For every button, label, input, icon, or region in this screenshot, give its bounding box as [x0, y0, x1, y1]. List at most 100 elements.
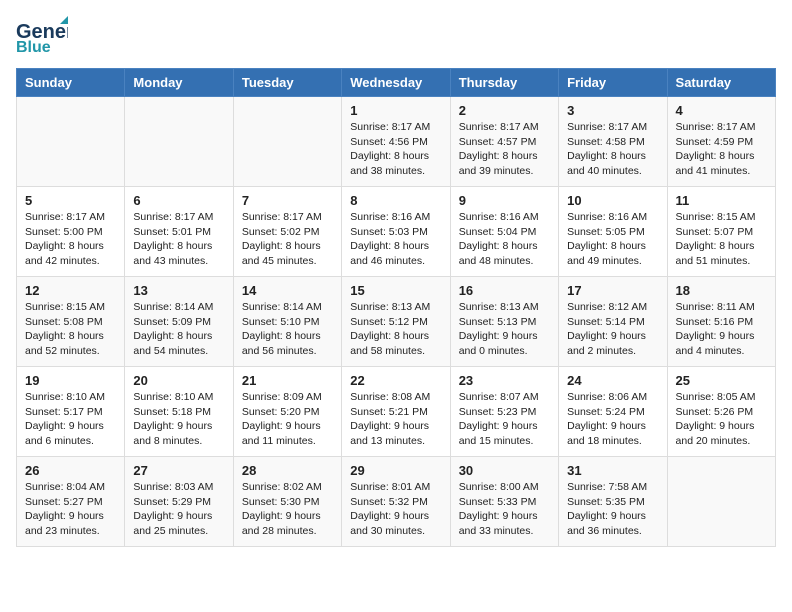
page-header: General Blue — [16, 16, 776, 56]
calendar-cell: 2 Sunrise: 8:17 AM Sunset: 4:57 PM Daylig… — [450, 97, 558, 187]
day-number: 24 — [567, 373, 658, 388]
day-header-saturday: Saturday — [667, 69, 775, 97]
calendar-cell: 20 Sunrise: 8:10 AM Sunset: 5:18 PM Dayli… — [125, 367, 233, 457]
day-info: Sunrise: 8:01 AM Sunset: 5:32 PM Dayligh… — [350, 480, 441, 539]
day-number: 23 — [459, 373, 550, 388]
day-info: Sunrise: 8:15 AM Sunset: 5:07 PM Dayligh… — [676, 210, 767, 269]
day-number: 19 — [25, 373, 116, 388]
calendar-cell: 30 Sunrise: 8:00 AM Sunset: 5:33 PM Dayli… — [450, 457, 558, 547]
day-info: Sunrise: 8:02 AM Sunset: 5:30 PM Dayligh… — [242, 480, 333, 539]
calendar-cell: 25 Sunrise: 8:05 AM Sunset: 5:26 PM Dayli… — [667, 367, 775, 457]
calendar-cell: 14 Sunrise: 8:14 AM Sunset: 5:10 PM Dayli… — [233, 277, 341, 367]
calendar-week-5: 26 Sunrise: 8:04 AM Sunset: 5:27 PM Dayli… — [17, 457, 776, 547]
day-number: 4 — [676, 103, 767, 118]
logo: General Blue — [16, 16, 68, 56]
day-info: Sunrise: 8:14 AM Sunset: 5:09 PM Dayligh… — [133, 300, 224, 359]
day-number: 1 — [350, 103, 441, 118]
calendar-cell: 9 Sunrise: 8:16 AM Sunset: 5:04 PM Daylig… — [450, 187, 558, 277]
calendar-table: SundayMondayTuesdayWednesdayThursdayFrid… — [16, 68, 776, 547]
day-number: 22 — [350, 373, 441, 388]
day-header-friday: Friday — [559, 69, 667, 97]
day-number: 2 — [459, 103, 550, 118]
calendar-cell: 10 Sunrise: 8:16 AM Sunset: 5:05 PM Dayli… — [559, 187, 667, 277]
day-number: 14 — [242, 283, 333, 298]
day-header-sunday: Sunday — [17, 69, 125, 97]
day-info: Sunrise: 8:17 AM Sunset: 4:59 PM Dayligh… — [676, 120, 767, 179]
day-info: Sunrise: 8:14 AM Sunset: 5:10 PM Dayligh… — [242, 300, 333, 359]
calendar-cell: 1 Sunrise: 8:17 AM Sunset: 4:56 PM Daylig… — [342, 97, 450, 187]
day-header-wednesday: Wednesday — [342, 69, 450, 97]
calendar-week-3: 12 Sunrise: 8:15 AM Sunset: 5:08 PM Dayli… — [17, 277, 776, 367]
calendar-header: SundayMondayTuesdayWednesdayThursdayFrid… — [17, 69, 776, 97]
calendar-cell: 22 Sunrise: 8:08 AM Sunset: 5:21 PM Dayli… — [342, 367, 450, 457]
calendar-week-2: 5Sunrise: 8:17 AM Sunset: 5:00 PM Daylig… — [17, 187, 776, 277]
svg-text:Blue: Blue — [16, 39, 51, 56]
calendar-cell: 3 Sunrise: 8:17 AM Sunset: 4:58 PM Daylig… — [559, 97, 667, 187]
day-header-thursday: Thursday — [450, 69, 558, 97]
day-number: 3 — [567, 103, 658, 118]
day-number: 10 — [567, 193, 658, 208]
day-info: Sunrise: 8:17 AM Sunset: 5:02 PM Dayligh… — [242, 210, 333, 269]
day-info: Sunrise: 8:16 AM Sunset: 5:04 PM Dayligh… — [459, 210, 550, 269]
calendar-cell: 12 Sunrise: 8:15 AM Sunset: 5:08 PM Dayli… — [17, 277, 125, 367]
day-number: 16 — [459, 283, 550, 298]
calendar-cell: 27 Sunrise: 8:03 AM Sunset: 5:29 PM Dayli… — [125, 457, 233, 547]
day-info: Sunrise: 8:17 AM Sunset: 5:01 PM Dayligh… — [133, 210, 224, 269]
day-info: Sunrise: 8:05 AM Sunset: 5:26 PM Dayligh… — [676, 390, 767, 449]
day-info: Sunrise: 8:09 AM Sunset: 5:20 PM Dayligh… — [242, 390, 333, 449]
calendar-cell: 31Sunrise: 7:58 AM Sunset: 5:35 PM Dayli… — [559, 457, 667, 547]
day-info: Sunrise: 8:04 AM Sunset: 5:27 PM Dayligh… — [25, 480, 116, 539]
calendar-cell: 8Sunrise: 8:16 AM Sunset: 5:03 PM Daylig… — [342, 187, 450, 277]
calendar-cell: 16 Sunrise: 8:13 AM Sunset: 5:13 PM Dayli… — [450, 277, 558, 367]
day-info: Sunrise: 8:17 AM Sunset: 4:56 PM Dayligh… — [350, 120, 441, 179]
day-number: 29 — [350, 463, 441, 478]
day-number: 6 — [133, 193, 224, 208]
day-info: Sunrise: 8:08 AM Sunset: 5:21 PM Dayligh… — [350, 390, 441, 449]
day-info: Sunrise: 8:12 AM Sunset: 5:14 PM Dayligh… — [567, 300, 658, 359]
day-number: 26 — [25, 463, 116, 478]
calendar-cell — [667, 457, 775, 547]
day-info: Sunrise: 8:00 AM Sunset: 5:33 PM Dayligh… — [459, 480, 550, 539]
day-info: Sunrise: 7:58 AM Sunset: 5:35 PM Dayligh… — [567, 480, 658, 539]
calendar-cell: 11 Sunrise: 8:15 AM Sunset: 5:07 PM Dayli… — [667, 187, 775, 277]
calendar-cell: 17 Sunrise: 8:12 AM Sunset: 5:14 PM Dayli… — [559, 277, 667, 367]
calendar-cell: 21 Sunrise: 8:09 AM Sunset: 5:20 PM Dayli… — [233, 367, 341, 457]
calendar-cell — [233, 97, 341, 187]
day-info: Sunrise: 8:07 AM Sunset: 5:23 PM Dayligh… — [459, 390, 550, 449]
day-info: Sunrise: 8:16 AM Sunset: 5:05 PM Dayligh… — [567, 210, 658, 269]
day-number: 25 — [676, 373, 767, 388]
day-info: Sunrise: 8:10 AM Sunset: 5:18 PM Dayligh… — [133, 390, 224, 449]
calendar-cell: 26 Sunrise: 8:04 AM Sunset: 5:27 PM Dayli… — [17, 457, 125, 547]
calendar-cell: 5Sunrise: 8:17 AM Sunset: 5:00 PM Daylig… — [17, 187, 125, 277]
calendar-cell: 7 Sunrise: 8:17 AM Sunset: 5:02 PM Daylig… — [233, 187, 341, 277]
day-number: 30 — [459, 463, 550, 478]
calendar-week-1: 1 Sunrise: 8:17 AM Sunset: 4:56 PM Daylig… — [17, 97, 776, 187]
day-info: Sunrise: 8:13 AM Sunset: 5:12 PM Dayligh… — [350, 300, 441, 359]
day-info: Sunrise: 8:15 AM Sunset: 5:08 PM Dayligh… — [25, 300, 116, 359]
day-number: 5 — [25, 193, 116, 208]
day-number: 27 — [133, 463, 224, 478]
day-number: 11 — [676, 193, 767, 208]
day-header-tuesday: Tuesday — [233, 69, 341, 97]
calendar-cell: 23 Sunrise: 8:07 AM Sunset: 5:23 PM Dayli… — [450, 367, 558, 457]
day-number: 12 — [25, 283, 116, 298]
logo-icon: General Blue — [16, 16, 68, 56]
calendar-week-4: 19 Sunrise: 8:10 AM Sunset: 5:17 PM Dayli… — [17, 367, 776, 457]
calendar-cell — [17, 97, 125, 187]
day-number: 9 — [459, 193, 550, 208]
calendar-cell: 28 Sunrise: 8:02 AM Sunset: 5:30 PM Dayli… — [233, 457, 341, 547]
day-number: 13 — [133, 283, 224, 298]
day-info: Sunrise: 8:03 AM Sunset: 5:29 PM Dayligh… — [133, 480, 224, 539]
day-number: 20 — [133, 373, 224, 388]
day-info: Sunrise: 8:17 AM Sunset: 4:58 PM Dayligh… — [567, 120, 658, 179]
day-info: Sunrise: 8:13 AM Sunset: 5:13 PM Dayligh… — [459, 300, 550, 359]
day-number: 17 — [567, 283, 658, 298]
day-number: 7 — [242, 193, 333, 208]
day-number: 8 — [350, 193, 441, 208]
day-info: Sunrise: 8:17 AM Sunset: 4:57 PM Dayligh… — [459, 120, 550, 179]
day-number: 28 — [242, 463, 333, 478]
day-info: Sunrise: 8:11 AM Sunset: 5:16 PM Dayligh… — [676, 300, 767, 359]
day-number: 21 — [242, 373, 333, 388]
day-info: Sunrise: 8:10 AM Sunset: 5:17 PM Dayligh… — [25, 390, 116, 449]
calendar-cell — [125, 97, 233, 187]
